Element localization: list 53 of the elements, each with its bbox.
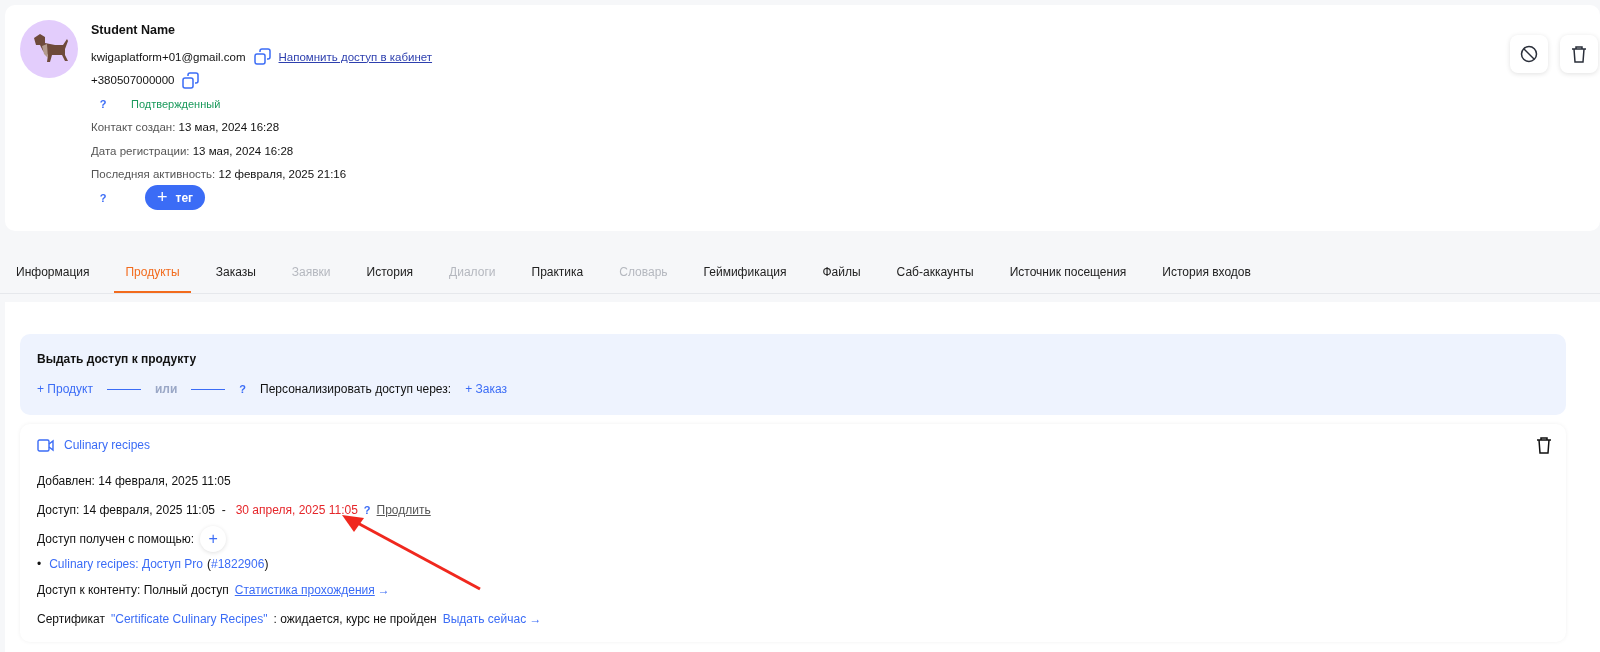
product-title-link[interactable]: Culinary recipes bbox=[64, 438, 151, 452]
tab[interactable]: История bbox=[355, 265, 425, 293]
help-mark[interactable]: ? bbox=[91, 97, 115, 110]
content-access-text: Доступ к контенту: Полный доступ bbox=[37, 582, 229, 597]
tab[interactable]: Практика bbox=[520, 265, 595, 293]
help-mark[interactable]: ? bbox=[239, 383, 247, 395]
tab[interactable]: Саб-аккаунты bbox=[885, 265, 985, 293]
or-text: или bbox=[154, 382, 178, 396]
personalize-text: Персонализировать доступ через: bbox=[260, 382, 452, 396]
help-mark[interactable]: ? bbox=[363, 503, 371, 516]
access-text: Доступ: 14 февраля, 2025 11:05 - bbox=[37, 502, 226, 517]
help-mark[interactable]: ? bbox=[91, 191, 115, 204]
add-button[interactable]: + bbox=[200, 525, 227, 552]
issue-now-link[interactable]: Выдать сейчас → bbox=[442, 611, 542, 626]
add-order-link[interactable]: + Заказ bbox=[465, 382, 507, 396]
add-tag-button[interactable]: + тег bbox=[145, 185, 206, 211]
delete-icon[interactable] bbox=[1536, 436, 1552, 454]
certificate-status: : ожидается, курс не пройден bbox=[273, 611, 437, 626]
paren-text: ( bbox=[207, 557, 211, 571]
status-text: Подтвержденный bbox=[131, 97, 221, 110]
delete-icon[interactable] bbox=[1560, 35, 1598, 73]
fact-text: Последняя активность: 12 февраля, 2025 21:16 bbox=[91, 168, 347, 181]
copy-icon[interactable] bbox=[253, 48, 271, 66]
progress-stats-link[interactable]: Статистика прохождения bbox=[234, 582, 375, 597]
access-end-date: 30 апреля, 2025 11:05 bbox=[235, 502, 358, 517]
grant-title: Выдать доступ к продукту bbox=[37, 352, 198, 366]
access-via-label: Доступ получен с помощью: bbox=[37, 531, 195, 546]
phone-text: +380507000000 bbox=[91, 74, 175, 87]
tab[interactable]: История входов bbox=[1151, 265, 1262, 293]
added-text: Добавлен: 14 февраля, 2025 11:05 bbox=[37, 473, 231, 488]
extend-link[interactable]: Продлить bbox=[376, 502, 431, 517]
fact-text: Дата регистрации: 13 мая, 2024 16:28 bbox=[91, 144, 294, 157]
video-camera-icon bbox=[37, 438, 54, 452]
bullet-mark: • bbox=[37, 557, 42, 571]
access-plan-link[interactable]: Culinary recipes: Доступ Pro bbox=[49, 557, 203, 571]
tab[interactable]: Геймификация bbox=[692, 265, 798, 293]
remind-access-link[interactable]: Напомнить доступ в кабинет bbox=[278, 50, 433, 63]
certificate-label: Сертификат bbox=[37, 611, 105, 626]
paren-text: ) bbox=[264, 557, 269, 571]
tab[interactable]: Продукты bbox=[114, 265, 191, 293]
certificate-link[interactable]: "Certificate Culinary Recipes" bbox=[110, 611, 268, 626]
add-product-link[interactable]: + Продукт bbox=[37, 382, 93, 396]
fact-text: Контакт создан: 13 мая, 2024 16:28 bbox=[91, 121, 280, 134]
tab[interactable]: Информация bbox=[5, 265, 101, 293]
block-icon[interactable] bbox=[1510, 35, 1548, 73]
arrow-icon: → bbox=[377, 582, 390, 597]
email-text: kwigaplatform+01@gmail.com bbox=[91, 50, 246, 63]
student-name: Student Name bbox=[91, 23, 177, 39]
tab[interactable]: Файлы bbox=[811, 265, 872, 293]
order-link[interactable]: #1822906 bbox=[211, 557, 265, 571]
tab[interactable]: Источник посещения bbox=[998, 265, 1138, 293]
copy-icon[interactable] bbox=[182, 71, 200, 89]
tab[interactable]: Заказы bbox=[204, 265, 267, 293]
